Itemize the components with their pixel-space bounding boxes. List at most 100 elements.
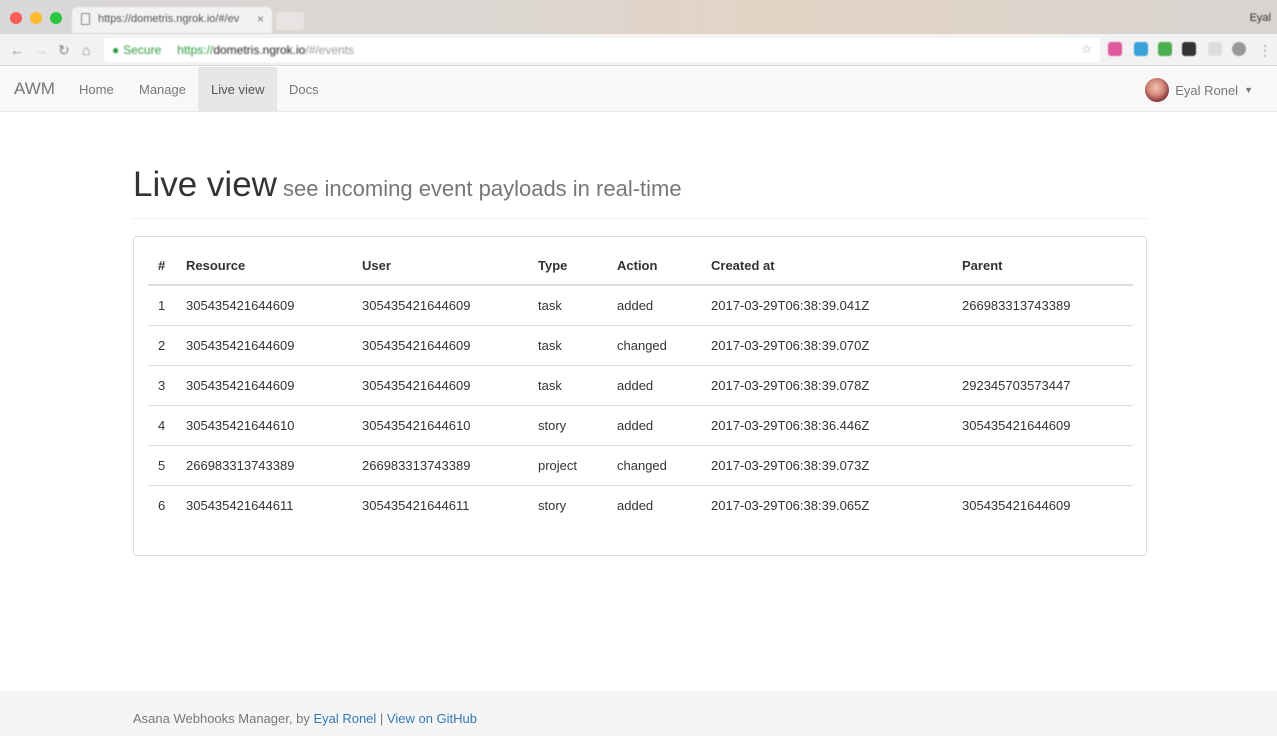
table-cell: 305435421644609 (352, 324, 528, 365)
table-cell: 305435421644611 (176, 484, 352, 525)
table-cell: 2017-03-29T06:38:39.070Z (701, 324, 952, 365)
url-path: /#/events (305, 43, 355, 57)
table-cell: project (528, 444, 607, 485)
table-cell: 6 (148, 484, 176, 525)
table-header-row: # Resource User Type Action Created at P… (148, 247, 1133, 286)
table-cell: 305435421644609 (952, 484, 1133, 525)
page-subtitle: see incoming event payloads in real-time (282, 176, 682, 201)
table-cell: 2017-03-29T06:38:39.073Z (701, 444, 952, 485)
close-window-button[interactable] (10, 12, 22, 24)
footer: Asana Webhooks Manager, by Eyal Ronel | … (0, 691, 1277, 736)
table-cell: story (528, 404, 607, 445)
table-cell: added (617, 297, 654, 313)
user-name: Eyal Ronel (1175, 82, 1239, 98)
browser-profile-name[interactable]: Eyal (1250, 12, 1271, 24)
table-cell: 2 (148, 324, 176, 365)
table-row: 3 305435421644609 305435421644609 task added… (148, 364, 1133, 405)
table-cell: 266983313743389 (352, 444, 528, 485)
extension-icon[interactable] (1182, 42, 1196, 56)
table-cell: 5 (148, 444, 176, 485)
footer-text: Asana Webhooks Manager, by Eyal Ronel | … (133, 711, 477, 726)
nav-docs[interactable]: Docs (276, 67, 332, 112)
reload-icon[interactable]: ↻ (58, 42, 70, 59)
caret-down-icon: ▼ (1244, 85, 1253, 95)
avatar (1145, 78, 1170, 102)
column-header: # (148, 247, 176, 286)
author-link[interactable]: Eyal Ronel (313, 711, 376, 726)
table-cell: 305435421644609 (186, 297, 295, 313)
table-cell: 4 (148, 404, 176, 445)
extension-icon[interactable] (1232, 42, 1246, 56)
url-host: dometris.ngrok.io (213, 43, 306, 57)
extension-icon[interactable] (1158, 42, 1172, 56)
table-cell: 305435421644610 (176, 404, 352, 445)
table-row: 5 266983313743389 266983313743389 project ch… (148, 444, 1133, 485)
column-header: Resource (176, 247, 352, 286)
nav-live-view[interactable]: Live view (198, 67, 278, 112)
column-header: Created at (701, 247, 952, 286)
page-header: Live view see incoming event payloads in … (133, 165, 1147, 219)
table-row: 1 305435421644609 305435421644609 task added… (148, 285, 1133, 325)
app-navbar: AWM Home Manage Live view Docs Eyal Rone… (0, 67, 1277, 112)
brand-logo[interactable]: AWM (14, 79, 55, 99)
nav-manage[interactable]: Manage (126, 67, 199, 112)
table-cell: added (607, 484, 701, 525)
table-cell: 2017-03-29T06:38:39.041Z (711, 297, 870, 313)
table-row: 4 305435421644610 305435421644610 story adde… (148, 404, 1133, 445)
column-header: Type (528, 247, 607, 286)
address-bar[interactable]: ● Secure https://dometris.ngrok.io/#/event… (104, 38, 1100, 62)
tab-close-icon[interactable]: × (257, 12, 264, 26)
table-cell: 2017-03-29T06:38:39.065Z (701, 484, 952, 525)
table-cell (952, 444, 1133, 485)
browser-chrome: https://dometris.ngrok.io/#/ev × Eyal ← … (0, 0, 1277, 66)
forward-arrow-icon[interactable]: → (34, 42, 48, 58)
home-icon[interactable]: ⌂ (82, 42, 90, 58)
nav-home[interactable]: Home (66, 67, 127, 112)
extension-icon[interactable] (1108, 42, 1122, 56)
table-cell: task (528, 364, 607, 405)
column-header: Action (607, 247, 701, 286)
table-cell: task (538, 297, 562, 313)
table-cell: 2017-03-29T06:38:39.078Z (701, 364, 952, 405)
bookmark-star-icon[interactable]: ☆ (1081, 42, 1092, 56)
extension-icon[interactable] (1208, 42, 1222, 56)
new-tab-button[interactable] (276, 12, 304, 30)
table-cell: 305435421644609 (952, 404, 1133, 445)
table-cell: 1 (158, 297, 166, 313)
events-panel: # Resource User Type Action Created at P… (133, 236, 1147, 556)
table-cell: 305435421644609 (176, 364, 352, 405)
minimize-window-button[interactable] (30, 12, 42, 24)
table-row: 6 305435421644611 305435421644611 story adde… (148, 484, 1133, 525)
table-cell (952, 324, 1133, 365)
footer-credit: Asana Webhooks Manager, by (133, 711, 314, 726)
table-cell: added (607, 364, 701, 405)
table-cell: 305435421644609 (362, 297, 471, 313)
github-link[interactable]: View on GitHub (387, 711, 477, 726)
document-icon (81, 13, 90, 25)
table-cell: 266983313743389 (962, 297, 1071, 313)
page-title: Live view (133, 165, 277, 204)
table-cell: 305435421644611 (352, 484, 528, 525)
user-menu[interactable]: Eyal Ronel ▼ (1145, 78, 1253, 102)
menu-kebab-icon[interactable]: ⋮ (1258, 42, 1272, 59)
maximize-window-button[interactable] (50, 12, 62, 24)
column-header: User (352, 247, 528, 286)
browser-tab[interactable]: https://dometris.ngrok.io/#/ev × (72, 7, 272, 33)
table-cell: added (607, 404, 701, 445)
table-row: 2 305435421644609 305435421644609 task chang… (148, 324, 1133, 365)
table-cell: 3 (148, 364, 176, 405)
table-cell: 292345703573447 (952, 364, 1133, 405)
table-cell: 305435421644609 (176, 324, 352, 365)
back-arrow-icon[interactable]: ← (10, 42, 24, 58)
column-header: Parent (952, 247, 1133, 286)
table-cell: 305435421644609 (352, 364, 528, 405)
table-cell: changed (607, 324, 701, 365)
events-table: # Resource User Type Action Created at P… (148, 247, 1133, 525)
table-cell: 305435421644610 (352, 404, 528, 445)
table-cell: 2017-03-29T06:38:36.446Z (701, 404, 952, 445)
url-scheme: https:// (177, 43, 214, 57)
table-body: 1 305435421644609 305435421644609 task added… (148, 285, 1133, 525)
table-cell: changed (607, 444, 701, 485)
footer-separator: | (376, 711, 387, 726)
extension-icon[interactable] (1134, 42, 1148, 56)
